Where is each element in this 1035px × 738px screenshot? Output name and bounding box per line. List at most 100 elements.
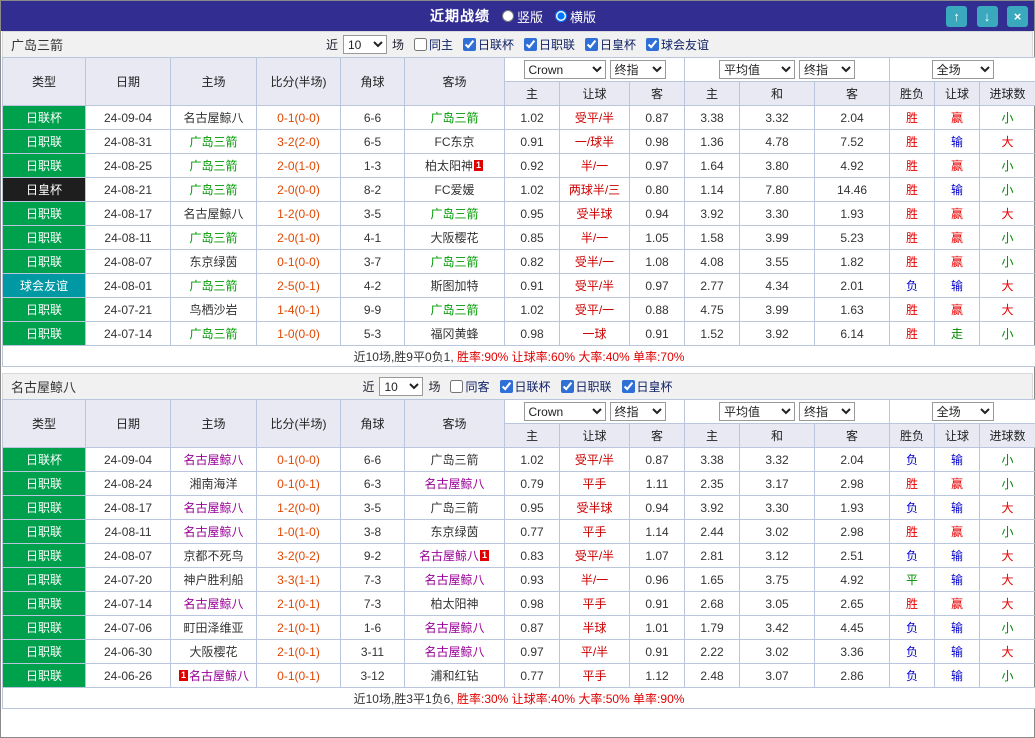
average-source-select[interactable]: 平均值 bbox=[719, 402, 796, 421]
avg-draw-cell: 3.05 bbox=[739, 591, 816, 616]
score-cell: 0-1(0-1) bbox=[256, 471, 341, 496]
summary-record: 近10场,胜3平1负6, bbox=[353, 691, 457, 706]
recent-count-select[interactable]: 10 bbox=[342, 35, 387, 54]
result-handicap-cell: 输 bbox=[934, 273, 981, 298]
score-cell: 1-4(0-1) bbox=[256, 297, 341, 322]
average-final-select[interactable]: 终指 bbox=[799, 60, 856, 79]
subcolumn-header-r_handicap: 让球 bbox=[934, 81, 981, 106]
league-filter-1-checkbox[interactable] bbox=[462, 38, 476, 51]
result-handicap-cell: 赢 bbox=[934, 591, 981, 616]
league-cell: 日职联 bbox=[2, 201, 86, 226]
team-name-text: FC爱媛 bbox=[434, 183, 475, 197]
date-cell: 24-08-11 bbox=[85, 225, 171, 250]
avg-draw-cell: 3.55 bbox=[739, 249, 816, 274]
layout-horizontal-radio[interactable] bbox=[555, 10, 568, 22]
avg-away-cell: 2.51 bbox=[814, 543, 891, 568]
avg-away-cell: 6.14 bbox=[814, 321, 891, 346]
league-filter-1[interactable]: 日联杯 bbox=[462, 36, 514, 53]
league-filter-4[interactable]: 球会友谊 bbox=[646, 36, 709, 53]
result-wdl-cell: 负 bbox=[889, 495, 936, 520]
handicap-cell: 平手 bbox=[559, 591, 630, 616]
layout-vertical-radio[interactable] bbox=[502, 10, 515, 22]
league-filter-4-checkbox[interactable] bbox=[646, 38, 660, 51]
avg-away-cell: 2.98 bbox=[814, 519, 891, 544]
same-venue-filter-checkbox[interactable] bbox=[413, 38, 427, 51]
same-venue-filter[interactable]: 同客 bbox=[450, 378, 490, 395]
league-filter-1-checkbox[interactable] bbox=[499, 380, 513, 393]
league-filter-2[interactable]: 日职联 bbox=[560, 378, 612, 395]
result-goals-cell: 大 bbox=[979, 543, 1035, 568]
score-cell: 1-0(0-0) bbox=[256, 321, 341, 346]
result-wdl-cell: 胜 bbox=[889, 201, 936, 226]
result-goals-cell: 大 bbox=[979, 297, 1035, 322]
league-filter-2[interactable]: 日职联 bbox=[524, 36, 575, 53]
team-name-text: 福冈黄蜂 bbox=[430, 327, 479, 341]
result-handicap-cell: 输 bbox=[934, 543, 981, 568]
recent-count-select[interactable]: 10 bbox=[379, 377, 424, 396]
section-team-name: 名古屋鲸八 bbox=[11, 380, 77, 395]
match-table: 类型 日期 主场 比分(半场) 角球 客场 Crown 终指 平均值 终指 全场主让球客主和客胜负让… bbox=[1, 57, 1035, 367]
red-card-badge: 1 bbox=[178, 670, 188, 681]
layout-vertical-option[interactable]: 竖版 bbox=[502, 7, 543, 26]
odds-source-select[interactable]: Crown bbox=[523, 402, 606, 421]
layout-horizontal-option[interactable]: 横版 bbox=[555, 7, 596, 26]
avg-draw-cell: 7.80 bbox=[739, 177, 816, 202]
league-filter-3[interactable]: 日皇杯 bbox=[621, 378, 673, 395]
move-down-button[interactable]: ↓ bbox=[976, 5, 998, 27]
avg-draw-cell: 3.12 bbox=[739, 543, 816, 568]
same-venue-filter-checkbox[interactable] bbox=[450, 380, 464, 393]
result-wdl-cell: 胜 bbox=[889, 129, 936, 154]
match-row: 日职联 24-08-07 京都不死鸟 3-2(0-2) 9-2 名古屋鲸八 1 0.83 受平/… bbox=[2, 543, 1035, 568]
away-team-cell: FC东京 bbox=[404, 129, 505, 154]
away-odds-cell: 1.01 bbox=[628, 615, 686, 640]
avg-home-cell: 3.92 bbox=[684, 495, 741, 520]
league-filter-3-checkbox[interactable] bbox=[621, 380, 635, 393]
column-header-home: 主场 bbox=[170, 399, 257, 448]
move-up-button[interactable]: ↑ bbox=[946, 5, 968, 27]
home-team-cell: 神户胜利船 bbox=[170, 567, 257, 592]
league-filter-3-checkbox[interactable] bbox=[585, 38, 599, 51]
league-filter-1[interactable]: 日联杯 bbox=[499, 378, 551, 395]
result-goals-cell: 小 bbox=[979, 663, 1035, 688]
odds-final-select[interactable]: 终指 bbox=[609, 60, 666, 79]
home-odds-cell: 1.02 bbox=[504, 177, 560, 202]
home-team-cell: 东京绿茵 bbox=[170, 249, 257, 274]
summary-record: 近10场,胜9平0负1, bbox=[353, 349, 457, 364]
match-row: 日职联 24-06-26 1 名古屋鲸八 0-1(0-1) 3-12 浦和红钻 0.77 平手 1… bbox=[2, 663, 1035, 688]
subcolumn-header-a_home: 主 bbox=[684, 423, 741, 448]
corner-cell: 6-3 bbox=[340, 471, 405, 496]
home-team-cell: 广岛三箭 bbox=[170, 177, 257, 202]
close-button[interactable]: × bbox=[1007, 5, 1028, 27]
same-venue-filter[interactable]: 同主 bbox=[413, 36, 453, 53]
league-cell: 球会友谊 bbox=[2, 273, 86, 298]
average-final-select[interactable]: 终指 bbox=[799, 402, 856, 421]
league-cell: 日职联 bbox=[2, 153, 86, 178]
team-name-text: 广岛三箭 bbox=[189, 231, 238, 245]
league-filter-3[interactable]: 日皇杯 bbox=[585, 36, 636, 53]
scope-select[interactable]: 全场 bbox=[931, 402, 994, 421]
scope-select[interactable]: 全场 bbox=[931, 60, 994, 79]
avg-away-cell: 2.86 bbox=[814, 663, 891, 688]
subcolumn-header-r_wdl: 胜负 bbox=[889, 81, 936, 106]
team-name-text: 名古屋鲸八 bbox=[183, 207, 244, 221]
away-team-cell: 名古屋鲸八 bbox=[404, 471, 505, 496]
date-cell: 24-08-11 bbox=[85, 519, 171, 544]
result-handicap-cell: 输 bbox=[934, 129, 981, 154]
result-goals-cell: 小 bbox=[979, 105, 1035, 130]
league-filter-2-checkbox[interactable] bbox=[560, 380, 574, 393]
league-cell: 日职联 bbox=[2, 471, 86, 496]
league-filter-2-checkbox[interactable] bbox=[524, 38, 537, 51]
avg-away-cell: 1.82 bbox=[814, 249, 891, 274]
odds-final-select[interactable]: 终指 bbox=[609, 402, 666, 421]
odds-source-select[interactable]: Crown bbox=[523, 60, 606, 79]
average-source-select[interactable]: 平均值 bbox=[719, 60, 796, 79]
date-cell: 24-08-07 bbox=[85, 543, 171, 568]
avg-draw-cell: 3.02 bbox=[739, 519, 816, 544]
result-handicap-cell: 输 bbox=[934, 495, 981, 520]
home-team-cell: 广岛三箭 bbox=[170, 321, 257, 346]
home-odds-cell: 0.85 bbox=[504, 225, 560, 250]
score-cell: 1-0(1-0) bbox=[256, 519, 341, 544]
score-cell: 2-0(0-0) bbox=[256, 177, 341, 202]
result-wdl-cell: 胜 bbox=[889, 471, 936, 496]
avg-home-cell: 2.77 bbox=[684, 273, 741, 298]
